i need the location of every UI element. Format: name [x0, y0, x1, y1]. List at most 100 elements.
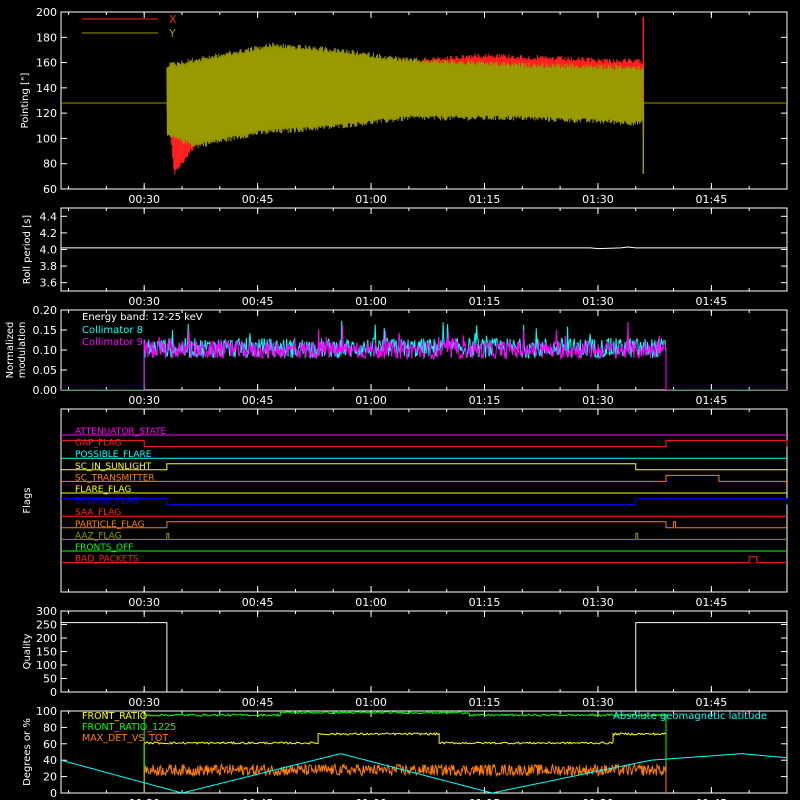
y-tick-label: 80: [43, 721, 57, 734]
flag-line-sc-transmitter: [61, 474, 787, 482]
legend-label: MAX_DET_VS_TOT: [82, 733, 168, 744]
y-tick-label: 100: [36, 659, 57, 672]
x-tick-label: 01:15: [469, 696, 501, 709]
y-tick-label: 4.0: [40, 244, 58, 257]
series-group: [61, 320, 787, 390]
x-tick-label: 00:30: [128, 193, 160, 206]
flag-label: FRONTS_OFF: [75, 543, 133, 553]
x-tick-label: 00:30: [128, 394, 160, 407]
flag-label: ATTENUATOR_STATE: [75, 427, 167, 437]
x-tick-label: 01:45: [696, 295, 728, 308]
x-tick-label: 01:15: [469, 596, 501, 609]
x-tick-label: 01:15: [469, 193, 501, 206]
y-tick-label: 3.8: [40, 260, 58, 273]
y-tick-label: 180: [36, 31, 57, 44]
y-tick-label: 3.6: [40, 277, 58, 290]
y-tick-label: 200: [36, 632, 57, 645]
x-tick-label: 01:00: [355, 696, 387, 709]
flag-line-particle-flag: [61, 521, 787, 529]
flag-line-aaz-flag: [61, 532, 787, 540]
legend-label: Collimator 8: [82, 325, 143, 336]
y-tick-label: 0.15: [33, 324, 58, 337]
flag-label: FLARE_FLAG: [75, 485, 131, 495]
x-tick-label: 00:45: [242, 295, 274, 308]
flag-label: BAD_PACKETS: [75, 555, 139, 565]
legend-label: Collimator 9: [82, 337, 143, 348]
y-axis-label: Degrees or %: [22, 718, 33, 786]
x-tick-label: 00:30: [128, 696, 160, 709]
x-tick-label: 01:45: [696, 596, 728, 609]
y-tick-label: 150: [36, 646, 57, 659]
panel-5: 00:30 00:45 01:00 01:15 01:30 01:45 Quality 050…: [22, 605, 788, 709]
energy-band-annotation: Energy band: 12-25 keV: [82, 312, 203, 323]
x-tick-label: 01:15: [469, 295, 501, 308]
legend-label: FRONT_RATIO: [82, 711, 147, 722]
x-tick-label: 01:00: [355, 394, 387, 407]
y-tick-label: 60: [43, 183, 57, 196]
flag-line-bad-packets: [61, 556, 787, 564]
legend-label: Absolute geomagnetic latitude: [613, 711, 767, 722]
panel-6: 00:3000:4501:0001:1501:3001:45Degrees or…: [22, 705, 788, 800]
x-tick-label: 00:45: [242, 193, 274, 206]
plot-frame: [60, 408, 788, 593]
flag-label: ECLIPSE_FLAG: [75, 497, 139, 507]
panel-1: 00:30 00:45 01:00 01:15 01:30 01:45 Pointing […: [20, 6, 788, 206]
plot-frame: [60, 610, 788, 693]
y-tick-label: 0.05: [33, 364, 58, 377]
x-tick-label: 01:45: [696, 696, 728, 709]
x-tick-label: 01:00: [355, 295, 387, 308]
y-tick-label: 100: [36, 132, 57, 145]
x-tick-label: 00:30: [128, 596, 160, 609]
x-tick-label: 01:00: [355, 596, 387, 609]
x-tick-label: 01:45: [696, 193, 728, 206]
flag-label: SC_TRANSMITTER: [75, 473, 155, 483]
roll-period-line: [61, 246, 787, 250]
flag-line-gap-flag: [61, 440, 788, 448]
flag-label: SAA_FLAG: [75, 508, 121, 518]
y-tick-label: 4.4: [40, 210, 58, 223]
panel-3: 00:30 00:45 01:00 01:15 01:30 01:45 Normalized…: [5, 304, 788, 407]
x-tick-label: 01:30: [582, 295, 614, 308]
chart-canvas: 00:30 00:45 01:00 01:15 01:30 01:45 Pointing […: [5, 6, 788, 800]
x-tick-label: 00:30: [128, 295, 160, 308]
y-tick-label: 100: [36, 705, 57, 718]
y-tick-label: 20: [43, 771, 57, 784]
flag-label: AAZ_FLAG: [75, 531, 122, 541]
y-tick-label: 200: [36, 6, 57, 19]
legend-label: Y: [168, 27, 176, 40]
y-tick-label: 0: [50, 787, 57, 800]
series-line-Y: [166, 42, 644, 149]
y-tick-label: 0: [50, 686, 57, 699]
y-tick-label: 300: [36, 605, 57, 618]
y-tick-label: 40: [43, 754, 57, 767]
x-tick-label: 01:45: [696, 394, 728, 407]
y-axis-label: Flags: [22, 487, 33, 513]
y-tick-label: 120: [36, 107, 57, 120]
flag-line-eclipse-flag: [61, 498, 788, 506]
y-tick-label: 0.20: [33, 304, 58, 317]
y-axis-label: modulation: [17, 322, 28, 379]
panel-2: 00:30 00:45 01:00 01:15 01:30 01:45 Roll perio…: [22, 207, 788, 308]
x-tick-label: 01:00: [355, 193, 387, 206]
series-line-Collimator-9: [61, 321, 787, 390]
legend-label: FRONT_RATIO_1225: [82, 722, 176, 733]
y-axis-label: Roll period [s]: [22, 215, 33, 284]
x-tick-label: 00:45: [242, 394, 274, 407]
y-axis-label: Quality: [22, 634, 33, 670]
y-tick-label: 4.2: [40, 227, 58, 240]
x-tick-label: 01:15: [469, 394, 501, 407]
x-tick-label: 00:45: [242, 596, 274, 609]
legend-label: X: [169, 13, 177, 26]
series-group: [61, 17, 787, 175]
y-axis-label: Normalized: [5, 322, 16, 379]
y-tick-label: 0.00: [33, 384, 58, 397]
y-tick-label: 80: [43, 158, 57, 171]
y-tick-label: 60: [43, 738, 57, 751]
x-tick-label: 01:30: [582, 696, 614, 709]
x-tick-label: 01:30: [582, 394, 614, 407]
flag-line-sc-in-sunlight: [61, 463, 787, 471]
flag-label: POSSIBLE_FLARE: [75, 450, 152, 460]
y-tick-label: 160: [36, 57, 57, 70]
y-tick-label: 0.10: [33, 344, 58, 357]
flag-label: PARTICLE_FLAG: [75, 520, 145, 530]
